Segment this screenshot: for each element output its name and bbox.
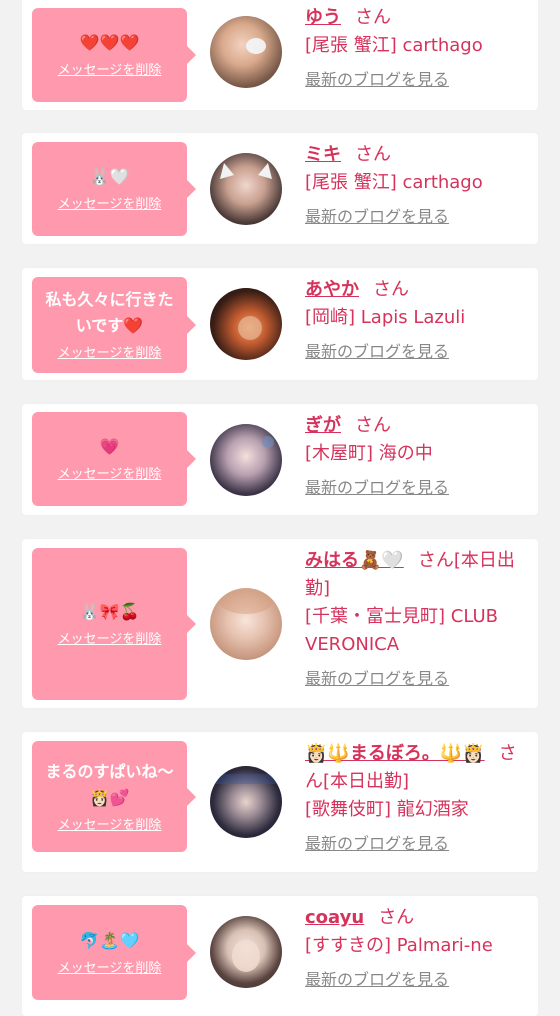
message-text: ❤️❤️❤️ bbox=[79, 33, 140, 52]
profile-info: みはる🧸🤍 さん[本日出勤] [千葉・富士見町] CLUB VERONICA 最新… bbox=[305, 547, 529, 693]
avatar[interactable] bbox=[210, 766, 282, 838]
profile-info: coayu さん [すすきの] Palmari-ne 最新のブログを見る bbox=[305, 904, 529, 994]
shop-text: [歌舞伎町] 龍幻酒家 bbox=[305, 799, 469, 820]
status-suffix: [本日出勤] bbox=[323, 771, 410, 792]
avatar-image bbox=[238, 316, 262, 340]
message-text: 私も久々に行きたいです❤️ bbox=[45, 290, 174, 335]
message-bubble: 💗 メッセージを削除 bbox=[32, 412, 196, 506]
message-text: 🐬🏝️🩵 bbox=[79, 930, 140, 950]
profile-name-link[interactable]: coayu bbox=[305, 907, 364, 928]
message-bubble: 私も久々に行きたいです❤️ メッセージを削除 bbox=[32, 277, 196, 373]
shop-text: [すすきの] Palmari-ne bbox=[305, 935, 493, 956]
shop-text: [岡崎] Lapis Lazuli bbox=[305, 307, 466, 328]
delete-message-link[interactable]: メッセージを削除 bbox=[58, 345, 162, 363]
latest-blog-link[interactable]: 最新のブログを見る bbox=[305, 474, 449, 502]
profile-name-link[interactable]: みはる🧸🤍 bbox=[305, 550, 404, 571]
avatar[interactable] bbox=[210, 588, 282, 660]
message-card: 🐰🤍 メッセージを削除 ミキ さん [尾張 蟹江] carthago 最新のブログ… bbox=[22, 133, 538, 244]
avatar[interactable] bbox=[210, 288, 282, 360]
latest-blog-link[interactable]: 最新のブログを見る bbox=[305, 66, 449, 94]
message-bubble: 🐬🏝️🩵 メッセージを削除 bbox=[32, 905, 196, 1000]
avatar[interactable] bbox=[210, 16, 282, 88]
avatar[interactable] bbox=[210, 916, 282, 988]
profile-info: ゆう さん [尾張 蟹江] carthago 最新のブログを見る bbox=[305, 4, 529, 94]
latest-blog-link[interactable]: 最新のブログを見る bbox=[305, 665, 449, 693]
message-text: 🐰🎀🍒 bbox=[79, 602, 140, 621]
message-card: ❤️❤️❤️ メッセージを削除 ゆう さん [尾張 蟹江] carthago 最新… bbox=[22, 0, 538, 110]
avatar-image bbox=[220, 163, 272, 179]
avatar[interactable] bbox=[210, 424, 282, 496]
message-bubble: 🐰🤍 メッセージを削除 bbox=[32, 142, 196, 236]
message-card: 🐰🎀🍒 メッセージを削除 みはる🧸🤍 さん[本日出勤] [千葉・富士見町] CLU… bbox=[22, 539, 538, 708]
profile-name-link[interactable]: ぎが bbox=[305, 415, 341, 436]
profile-name-link[interactable]: 👸🏻🔱まるぼろ。🔱👸🏻 bbox=[305, 743, 485, 764]
message-card: 💗 メッセージを削除 ぎが さん [木屋町] 海の中 最新のブログを見る bbox=[22, 404, 538, 515]
honorific: さん bbox=[373, 279, 409, 300]
message-text: 🐰🤍 bbox=[89, 167, 130, 186]
profile-info: 👸🏻🔱まるぼろ。🔱👸🏻 さん[本日出勤] [歌舞伎町] 龍幻酒家 最新のブログを見… bbox=[305, 740, 529, 858]
avatar-image bbox=[216, 774, 276, 784]
shop-text: [尾張 蟹江] carthago bbox=[305, 35, 483, 56]
latest-blog-link[interactable]: 最新のブログを見る bbox=[305, 203, 449, 231]
delete-message-link[interactable]: メッセージを削除 bbox=[58, 631, 162, 649]
delete-message-link[interactable]: メッセージを削除 bbox=[58, 817, 162, 835]
delete-message-link[interactable]: メッセージを削除 bbox=[58, 466, 162, 484]
profile-name-link[interactable]: ゆう bbox=[305, 7, 341, 28]
profile-name-link[interactable]: ミキ bbox=[305, 144, 341, 165]
latest-blog-link[interactable]: 最新のブログを見る bbox=[305, 966, 449, 994]
profile-name-link[interactable]: あやか bbox=[305, 279, 359, 300]
message-text: 💗 bbox=[99, 437, 120, 456]
avatar-image bbox=[262, 436, 274, 448]
honorific: さん bbox=[355, 7, 391, 28]
avatar-image bbox=[246, 38, 266, 54]
delete-message-link[interactable]: メッセージを削除 bbox=[58, 960, 162, 978]
honorific: さん bbox=[355, 144, 391, 165]
profile-info: ぎが さん [木屋町] 海の中 最新のブログを見る bbox=[305, 412, 529, 502]
honorific: さん bbox=[378, 907, 415, 928]
avatar-image bbox=[220, 590, 272, 614]
avatar[interactable] bbox=[210, 153, 282, 225]
message-card: まるのすぱいね〜👸🏻💕 メッセージを削除 👸🏻🔱まるぼろ。🔱👸🏻 さん[本日出勤]… bbox=[22, 732, 538, 872]
message-card: 私も久々に行きたいです❤️ メッセージを削除 あやか さん [岡崎] Lapis … bbox=[22, 268, 538, 380]
message-bubble: ❤️❤️❤️ メッセージを削除 bbox=[32, 8, 196, 102]
profile-info: あやか さん [岡崎] Lapis Lazuli 最新のブログを見る bbox=[305, 276, 529, 366]
latest-blog-link[interactable]: 最新のブログを見る bbox=[305, 830, 449, 858]
shop-text: [木屋町] 海の中 bbox=[305, 443, 433, 464]
honorific: さん bbox=[355, 415, 391, 436]
message-text: まるのすぱいね〜👸🏻💕 bbox=[45, 761, 174, 807]
honorific: さん bbox=[417, 550, 454, 571]
shop-text: [尾張 蟹江] carthago bbox=[305, 172, 483, 193]
delete-message-link[interactable]: メッセージを削除 bbox=[58, 196, 162, 214]
message-bubble: 🐰🎀🍒 メッセージを削除 bbox=[32, 548, 196, 700]
avatar-image bbox=[232, 940, 260, 972]
message-bubble: まるのすぱいね〜👸🏻💕 メッセージを削除 bbox=[32, 741, 196, 852]
latest-blog-link[interactable]: 最新のブログを見る bbox=[305, 338, 449, 366]
message-card: 🐬🏝️🩵 メッセージを削除 coayu さん [すすきの] Palmari-ne … bbox=[22, 896, 538, 1016]
delete-message-link[interactable]: メッセージを削除 bbox=[58, 62, 162, 80]
shop-text: [千葉・富士見町] CLUB VERONICA bbox=[305, 606, 498, 655]
profile-info: ミキ さん [尾張 蟹江] carthago 最新のブログを見る bbox=[305, 141, 529, 231]
